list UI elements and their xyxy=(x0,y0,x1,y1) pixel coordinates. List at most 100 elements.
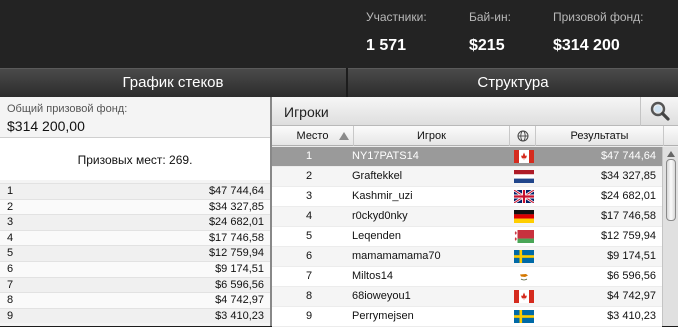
player-row[interactable]: 1 NY17PATS14 $47 744,64 xyxy=(272,147,662,167)
players-column-header: Место Игрок Результаты xyxy=(272,126,678,146)
player-row[interactable]: 9 Perrymejsen $3 410,23 xyxy=(272,307,662,327)
player-row[interactable]: 7 Miltos14 $6 596,56 xyxy=(272,267,662,287)
payout-row: 1 $47 744,64 xyxy=(0,183,270,199)
player-result: $12 759,94 xyxy=(600,230,656,242)
search-icon xyxy=(650,101,670,121)
structure-button[interactable]: Структура xyxy=(348,68,678,97)
payout-amount: $12 759,94 xyxy=(208,247,264,260)
canada-flag-icon xyxy=(514,150,534,163)
payout-row: 4 $17 746,58 xyxy=(0,229,270,246)
player-result: $24 682,01 xyxy=(600,190,656,202)
entrants-stat: Участники: 1 571 xyxy=(366,10,427,55)
player-row[interactable]: 4 r0ckyd0nky $17 746,58 xyxy=(272,207,662,227)
player-result: $6 596,56 xyxy=(607,270,656,282)
payout-place: 8 xyxy=(7,294,14,307)
total-prize-pool-value: $314 200,00 xyxy=(7,118,85,134)
payout-place: 7 xyxy=(7,278,14,291)
player-name: Leqenden xyxy=(352,230,401,242)
payout-amount: $24 682,01 xyxy=(208,216,264,229)
player-name: Graftekkel xyxy=(352,170,403,182)
buyin-label: Бай-ин: xyxy=(469,10,511,24)
sort-ascending-icon xyxy=(339,132,349,140)
belarus-flag-icon xyxy=(514,230,534,243)
player-place: 6 xyxy=(305,250,313,262)
player-place: 2 xyxy=(305,170,313,182)
player-result: $47 744,64 xyxy=(600,150,656,162)
payout-place: 6 xyxy=(7,262,14,275)
entrants-label: Участники: xyxy=(366,10,427,24)
players-table: 1 NY17PATS14 $47 744,64 2 Graftekkel $34 327,… xyxy=(272,147,662,327)
column-place-label: Место xyxy=(296,130,329,142)
sweden-flag-icon xyxy=(514,250,534,263)
player-row[interactable]: 2 Graftekkel $34 327,85 xyxy=(272,167,662,187)
payout-amount: $3 410,23 xyxy=(215,309,264,322)
payout-place: 1 xyxy=(7,185,14,197)
player-place: 4 xyxy=(305,210,313,222)
player-place: 5 xyxy=(305,230,313,242)
player-name: 68ioweyou1 xyxy=(352,290,411,302)
sweden-flag-icon xyxy=(514,310,534,323)
prize-pool-stat: Призовой фонд: $314 200 xyxy=(553,10,644,55)
column-place[interactable]: Место xyxy=(272,126,354,146)
buyin-stat: Бай-ин: $215 xyxy=(469,10,511,55)
players-scrollbar[interactable] xyxy=(662,147,678,326)
germany-flag-icon xyxy=(514,210,534,223)
player-name: r0ckyd0nky xyxy=(352,210,408,222)
player-name: mamamamama70 xyxy=(352,250,441,262)
payout-amount: $34 327,85 xyxy=(208,200,264,213)
uk-flag-icon xyxy=(513,188,535,205)
column-player[interactable]: Игрок xyxy=(354,126,510,146)
cyprus-flag-icon xyxy=(514,270,534,283)
scroll-up-icon[interactable] xyxy=(666,149,676,159)
tournament-header: Участники: 1 571 Бай-ин: $215 Призовой ф… xyxy=(0,0,678,68)
payout-row: 8 $4 742,97 xyxy=(0,292,270,308)
player-row[interactable]: 8 68ioweyou1 $4 742,97 xyxy=(272,287,662,307)
netherlands-flag-icon xyxy=(514,170,534,183)
payout-row: 2 $34 327,85 xyxy=(0,198,270,215)
player-result: $17 746,58 xyxy=(600,210,656,222)
payout-amount: $6 596,56 xyxy=(215,278,264,291)
prize-pool-value: $314 200 xyxy=(553,37,620,54)
payout-row: 7 $6 596,56 xyxy=(0,276,270,293)
player-place: 1 xyxy=(305,150,313,162)
players-panel: Игроки Место Игрок Результаты 1 NY17PATS1… xyxy=(272,97,678,327)
player-row[interactable]: 5 Leqenden $12 759,94 xyxy=(272,227,662,247)
player-place: 7 xyxy=(305,270,313,282)
payout-amount: $47 744,64 xyxy=(208,185,264,197)
player-place: 3 xyxy=(305,190,313,202)
scrollbar-thumb[interactable] xyxy=(666,159,676,221)
player-place: 9 xyxy=(305,310,313,322)
column-country[interactable] xyxy=(510,126,536,146)
player-result: $9 174,51 xyxy=(607,250,656,262)
player-result: $4 742,97 xyxy=(607,290,656,302)
payout-place: 4 xyxy=(7,231,14,244)
payout-place: 5 xyxy=(7,247,14,260)
player-name: Kashmir_uzi xyxy=(352,190,413,202)
column-result[interactable]: Результаты xyxy=(536,126,664,146)
paid-places-text: Призовых мест: 269. xyxy=(77,153,193,167)
payout-amount: $9 174,51 xyxy=(215,262,264,275)
payout-place: 3 xyxy=(7,216,14,229)
globe-icon xyxy=(517,130,529,142)
player-row[interactable]: 6 mamamamama70 $9 174,51 xyxy=(272,247,662,267)
player-result: $34 327,85 xyxy=(600,170,656,182)
payout-place: 9 xyxy=(7,309,14,322)
entrants-value: 1 571 xyxy=(366,37,407,54)
payout-row: 9 $3 410,23 xyxy=(0,307,270,324)
player-name: NY17PATS14 xyxy=(352,150,419,162)
search-button[interactable] xyxy=(640,97,678,126)
players-title: Игроки xyxy=(284,104,329,120)
payout-row: 6 $9 174,51 xyxy=(0,260,270,277)
player-name: Miltos14 xyxy=(352,270,393,282)
player-row[interactable]: 3 Kashmir_uzi $24 682,01 xyxy=(272,187,662,207)
payout-panel: Общий призовой фонд: $314 200,00 Призовы… xyxy=(0,97,270,326)
payout-place: 2 xyxy=(7,200,14,213)
stack-chart-button[interactable]: График стеков xyxy=(0,68,346,97)
player-result: $3 410,23 xyxy=(607,310,656,322)
buyin-value: $215 xyxy=(469,37,505,54)
payout-row: 3 $24 682,01 xyxy=(0,214,270,230)
total-prize-pool-label: Общий призовой фонд: xyxy=(7,103,128,115)
prize-pool-label: Призовой фонд: xyxy=(553,10,644,24)
payout-amount: $17 746,58 xyxy=(208,231,264,244)
payout-row: 5 $12 759,94 xyxy=(0,245,270,261)
